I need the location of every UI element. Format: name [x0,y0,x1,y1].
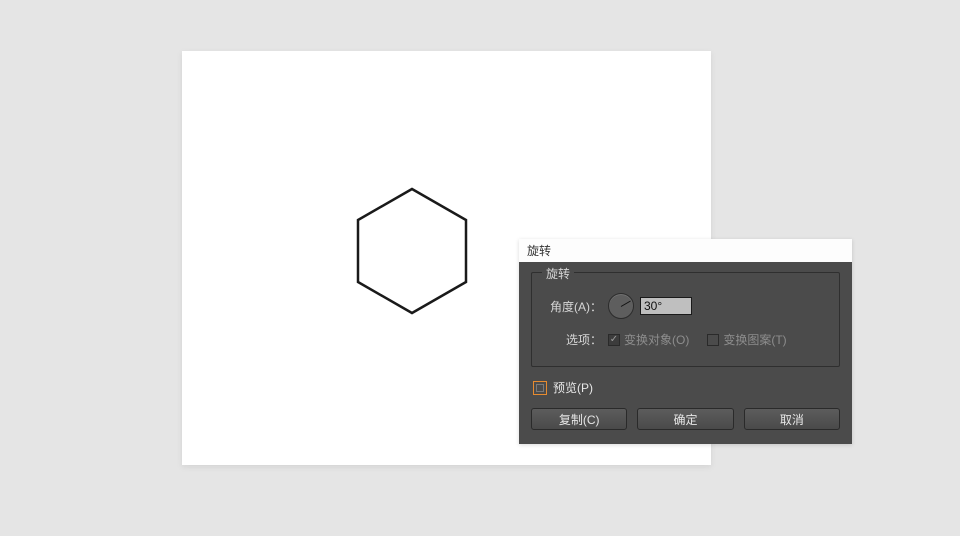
angle-label: 角度(A)： [546,298,608,315]
rotate-fieldset: 旋转 角度(A)： 选项： 变换对象(O) 变换图案(T) [531,272,840,367]
hexagon-icon [348,187,476,315]
angle-row: 角度(A)： [546,293,825,319]
preview-checkbox[interactable] [533,381,547,395]
copy-button[interactable]: 复制(C) [531,408,627,430]
rotate-dialog: 旋转 旋转 角度(A)： 选项： 变换对象(O) 变换图案(T) [519,239,852,444]
transform-patterns-option[interactable]: 变换图案(T) [707,331,786,348]
angle-dial[interactable] [608,293,634,319]
hexagon-shape[interactable] [348,187,476,315]
preview-checkbox-inner [536,384,544,392]
dialog-body: 旋转 角度(A)： 选项： 变换对象(O) 变换图案(T) [519,262,852,444]
transform-objects-option[interactable]: 变换对象(O) [608,331,689,348]
preview-row[interactable]: 预览(P) [533,379,840,396]
options-label: 选项： [546,331,608,348]
dialog-title: 旋转 [527,242,551,259]
dialog-titlebar[interactable]: 旋转 [519,239,852,262]
options-row: 选项： 变换对象(O) 变换图案(T) [546,331,825,348]
ok-button[interactable]: 确定 [637,408,733,430]
transform-patterns-label: 变换图案(T) [723,331,786,348]
transform-objects-checkbox[interactable] [608,334,620,346]
button-row: 复制(C) 确定 取消 [531,408,840,430]
fieldset-legend: 旋转 [542,265,574,282]
angle-input[interactable] [640,297,692,315]
transform-objects-label: 变换对象(O) [624,331,689,348]
preview-label: 预览(P) [553,379,593,396]
transform-patterns-checkbox[interactable] [707,334,719,346]
cancel-button[interactable]: 取消 [744,408,840,430]
